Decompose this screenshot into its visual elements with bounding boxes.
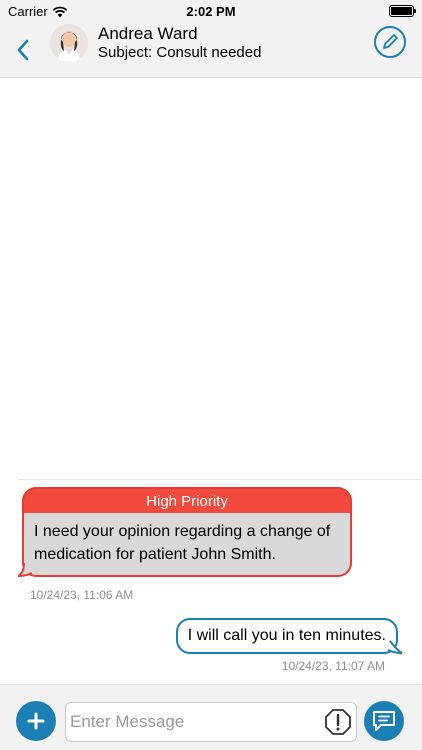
send-message-icon	[373, 711, 395, 731]
message-input-container	[65, 702, 357, 742]
conversation-header: Andrea Ward Subject: Consult needed	[0, 22, 422, 78]
bubble-tail-icon	[18, 563, 32, 577]
battery-icon	[389, 5, 416, 17]
contact-name: Andrea Ward	[98, 24, 198, 43]
send-button[interactable]	[364, 701, 404, 741]
status-bar: Carrier 2:02 PM	[0, 0, 422, 22]
outgoing-message-timestamp: 10/24/23, 11:07 AM	[281, 659, 385, 673]
message-composer	[0, 684, 422, 750]
avatar[interactable]	[50, 24, 88, 62]
back-chevron-icon	[17, 39, 29, 61]
priority-label: High Priority	[22, 487, 352, 513]
avatar-portrait-icon	[50, 24, 88, 62]
incoming-message-bubble[interactable]: High Priority I need your opinion regard…	[18, 487, 352, 577]
bubble-tail-icon	[388, 640, 402, 654]
incoming-message-text: I need your opinion regarding a change o…	[22, 513, 352, 577]
incoming-message-timestamp: 10/24/23, 11:06 AM	[30, 588, 134, 602]
outgoing-message-text: I will call you in ten minutes.	[187, 627, 386, 644]
message-divider	[18, 479, 422, 480]
compose-button[interactable]	[374, 26, 406, 58]
add-attachment-button[interactable]	[16, 701, 56, 741]
outgoing-message-bubble[interactable]: I will call you in ten minutes.	[175, 618, 402, 654]
priority-exclamation-icon[interactable]	[324, 708, 352, 736]
back-button[interactable]	[16, 32, 38, 68]
status-time: 2:02 PM	[186, 4, 236, 19]
plus-icon	[27, 712, 45, 730]
conversation-subject: Subject: Consult needed	[98, 44, 262, 61]
message-input[interactable]	[70, 705, 320, 739]
compose-pencil-icon	[383, 34, 398, 49]
